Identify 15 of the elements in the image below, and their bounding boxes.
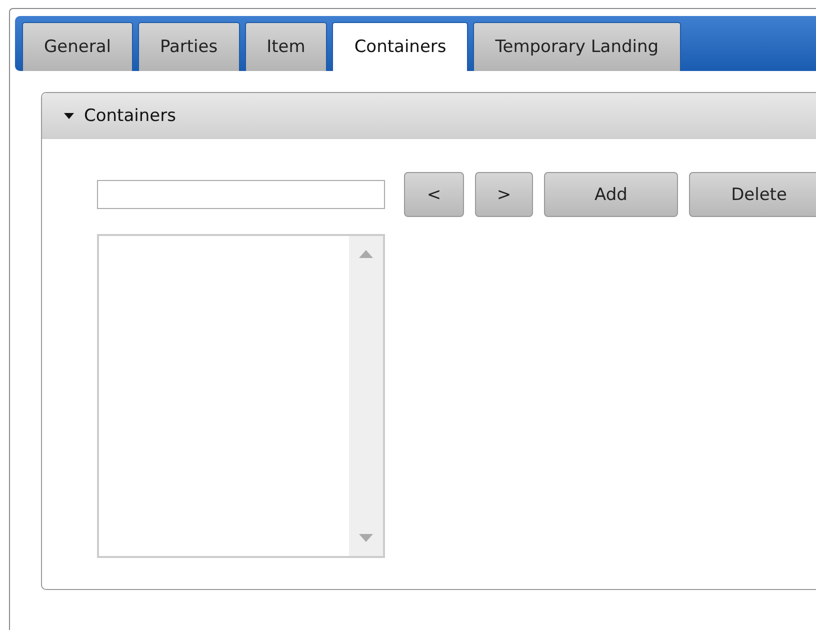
button[interactable]: Add [544, 172, 678, 217]
section-header[interactable]: Containers [42, 93, 816, 139]
tab[interactable]: Parties [138, 22, 240, 71]
button[interactable]: > [475, 172, 533, 217]
scroll-down-icon[interactable] [359, 534, 373, 542]
input-field[interactable] [97, 180, 385, 209]
tab[interactable]: Item [244, 22, 328, 71]
scroll-up-icon[interactable] [359, 250, 373, 258]
tab[interactable]: General [22, 22, 133, 71]
button[interactable]: < [404, 172, 464, 217]
scrollbar[interactable] [349, 236, 383, 556]
tab[interactable]: Containers [332, 22, 468, 71]
button[interactable]: Delete [689, 172, 816, 217]
list-box[interactable] [97, 234, 385, 558]
tab[interactable]: Temporary Landing [473, 22, 681, 71]
